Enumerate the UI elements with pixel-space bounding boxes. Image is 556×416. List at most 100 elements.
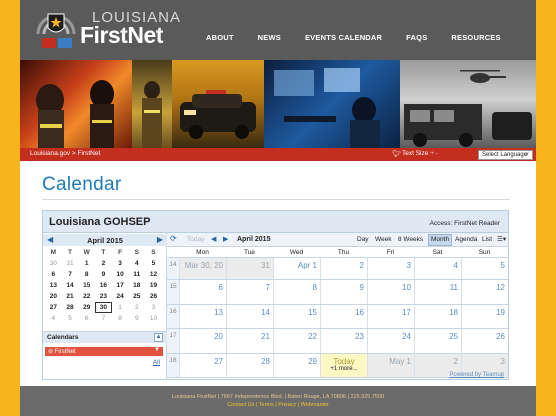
breadcrumb[interactable]: Louisiana.gov > FirstNet	[30, 150, 100, 157]
view-list-button[interactable]: List	[480, 234, 494, 246]
today-button[interactable]: Today	[187, 236, 204, 243]
day-cell[interactable]: 24	[367, 329, 414, 353]
mini-day-cell[interactable]: 2	[95, 258, 112, 269]
nav-events-calendar[interactable]: EVENTS CALENDAR	[305, 33, 382, 42]
nav-resources[interactable]: RESOURCES	[451, 33, 500, 42]
nav-news[interactable]: NEWS	[258, 33, 281, 42]
mini-next-month-icon[interactable]: ▶	[157, 235, 163, 244]
nav-faqs[interactable]: FAQS	[406, 33, 427, 42]
day-cell[interactable]: 4	[414, 258, 461, 279]
day-cell[interactable]: 2	[320, 258, 367, 279]
mini-day-cell[interactable]: 28	[62, 302, 79, 313]
day-cell[interactable]: 31	[226, 258, 273, 279]
firstnet-logo-icon[interactable]	[34, 8, 78, 52]
day-cell[interactable]: 23	[320, 329, 367, 353]
footer-links[interactable]: Contact Us | Terms | Privacy | Webmaster	[20, 402, 536, 408]
day-cell[interactable]: 21	[226, 329, 273, 353]
mini-day-cell[interactable]: 4	[128, 258, 145, 269]
view-month-button[interactable]: Month	[428, 234, 453, 246]
day-cell[interactable]: 3	[367, 258, 414, 279]
day-cell[interactable]: 7	[226, 280, 273, 304]
mini-day-cell[interactable]: 3	[145, 302, 162, 313]
mini-day-cell[interactable]: 10	[112, 269, 129, 280]
day-cell[interactable]: 20	[179, 329, 226, 353]
collapse-up-icon[interactable]: ▲	[154, 333, 163, 342]
day-cell[interactable]: 27	[179, 354, 226, 377]
day-cell[interactable]: 15	[273, 305, 320, 328]
mini-day-cell[interactable]: 15	[78, 280, 95, 291]
nav-about[interactable]: ABOUT	[206, 33, 234, 42]
view-agenda-button[interactable]: Agenda	[453, 234, 479, 246]
prev-period-icon[interactable]: ◀	[211, 235, 216, 243]
week-number[interactable]: 18	[167, 354, 179, 377]
mini-day-cell[interactable]: 13	[45, 280, 62, 291]
mini-day-cell[interactable]: 11	[128, 269, 145, 280]
mini-day-cell[interactable]: 1	[78, 258, 95, 269]
mini-day-cell[interactable]: 31	[62, 258, 79, 269]
mini-day-cell[interactable]: 6	[45, 269, 62, 280]
calendar-chip-firstnet[interactable]: ⊖ FirstNet ▼	[45, 347, 163, 356]
day-cell[interactable]: 16	[320, 305, 367, 328]
mini-day-cell[interactable]: 30	[45, 258, 62, 269]
mini-day-cell[interactable]: 9	[128, 313, 145, 324]
mini-day-cell[interactable]: 8	[78, 269, 95, 280]
day-cell[interactable]: 9	[320, 280, 367, 304]
day-cell[interactable]: 29	[273, 354, 320, 377]
mini-day-cell[interactable]: 21	[62, 291, 79, 302]
mini-day-cell[interactable]: 5	[62, 313, 79, 324]
day-cell-today[interactable]: Today +1 more...	[320, 354, 367, 377]
day-cell[interactable]: 10	[367, 280, 414, 304]
mini-day-cell[interactable]: 2	[128, 302, 145, 313]
mini-day-cell[interactable]: 25	[128, 291, 145, 302]
mini-day-cell[interactable]: 7	[95, 313, 112, 324]
menu-icon[interactable]: ☰▾	[495, 234, 508, 246]
next-period-icon[interactable]: ▶	[223, 235, 228, 243]
week-number[interactable]: 16	[167, 305, 179, 328]
language-select[interactable]: Select Language ▼	[478, 149, 533, 160]
day-cell[interactable]: 26	[461, 329, 508, 353]
mini-day-cell[interactable]: 22	[78, 291, 95, 302]
mini-day-cell[interactable]: 9	[95, 269, 112, 280]
day-cell[interactable]: May 1	[367, 354, 414, 377]
twitter-icon[interactable]: 🐦︎	[392, 150, 401, 158]
day-cell[interactable]: 14	[226, 305, 273, 328]
mini-day-cell[interactable]: 12	[145, 269, 162, 280]
refresh-icon[interactable]: ⟳	[170, 234, 177, 243]
mini-day-cell[interactable]: 3	[112, 258, 129, 269]
mini-day-cell[interactable]: 8	[112, 313, 129, 324]
mini-day-cell[interactable]: 20	[45, 291, 62, 302]
day-cell[interactable]: 5	[461, 258, 508, 279]
mini-day-cell[interactable]: 26	[145, 291, 162, 302]
week-number[interactable]: 15	[167, 280, 179, 304]
mini-day-cell[interactable]: 27	[45, 302, 62, 313]
week-number[interactable]: 14	[167, 258, 179, 279]
day-cell[interactable]: 17	[367, 305, 414, 328]
view-8weeks-button[interactable]: 8 Weeks	[396, 234, 425, 246]
mini-day-cell[interactable]: 10	[145, 313, 162, 324]
chip-dropdown-icon[interactable]: ▼	[154, 347, 160, 353]
mini-day-cell[interactable]: 4	[45, 313, 62, 324]
mini-day-cell[interactable]: 29	[78, 302, 95, 313]
mini-day-cell[interactable]: 19	[145, 280, 162, 291]
day-cell[interactable]: Apr 1	[273, 258, 320, 279]
mini-day-cell[interactable]: 7	[62, 269, 79, 280]
text-size-symbols[interactable]: + -	[430, 150, 438, 157]
day-cell[interactable]: 12	[461, 280, 508, 304]
mini-day-cell[interactable]: 18	[128, 280, 145, 291]
day-cell[interactable]: 25	[414, 329, 461, 353]
mini-day-cell[interactable]: 6	[78, 313, 95, 324]
day-cell[interactable]: 6	[179, 280, 226, 304]
all-calendars-link[interactable]: All	[153, 359, 160, 366]
week-number[interactable]: 17	[167, 329, 179, 353]
logo-brand-text[interactable]: FirstNet	[80, 22, 163, 49]
day-cell[interactable]: 19	[461, 305, 508, 328]
mini-day-cell[interactable]: 17	[112, 280, 129, 291]
day-cell[interactable]: 11	[414, 280, 461, 304]
day-cell[interactable]: 18	[414, 305, 461, 328]
mini-day-cell[interactable]: 24	[112, 291, 129, 302]
mini-day-cell[interactable]: 14	[62, 280, 79, 291]
mini-day-cell[interactable]: 23	[95, 291, 112, 302]
mini-day-cell[interactable]: 5	[145, 258, 162, 269]
view-day-button[interactable]: Day	[355, 234, 371, 246]
day-cell[interactable]: 8	[273, 280, 320, 304]
